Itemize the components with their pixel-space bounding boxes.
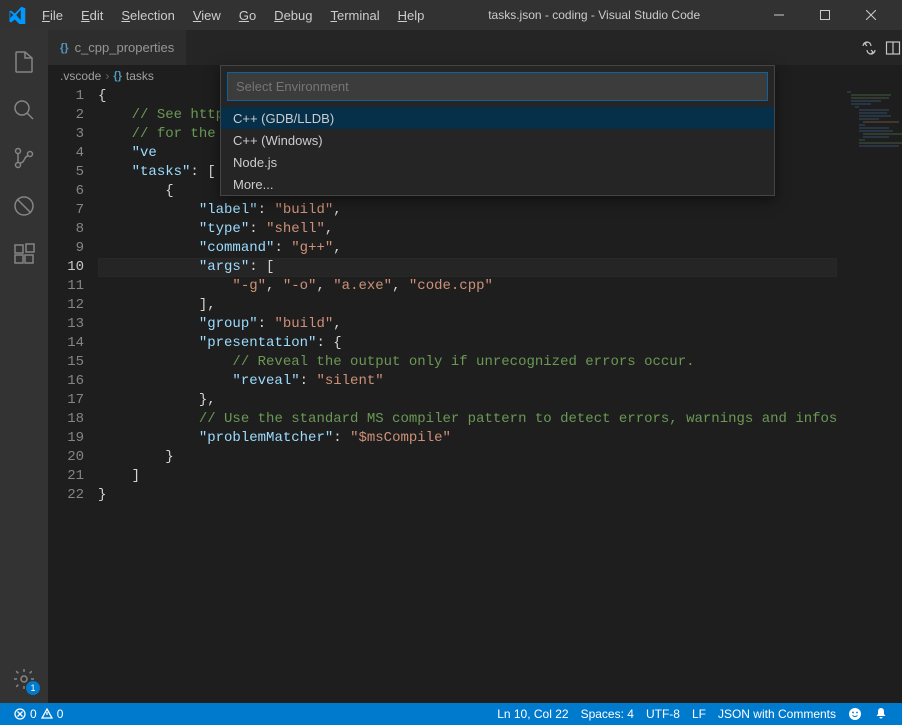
line-number: 12 [48, 296, 84, 315]
line-number: 1 [48, 87, 84, 106]
code-line[interactable]: // Reveal the output only if unrecognize… [98, 353, 837, 372]
menu-go[interactable]: Go [231, 4, 264, 27]
code-line[interactable]: } [98, 448, 837, 467]
line-number: 15 [48, 353, 84, 372]
code-line[interactable]: "group": "build", [98, 315, 837, 334]
code-line[interactable]: ] [98, 467, 837, 486]
menu-edit[interactable]: Edit [73, 4, 111, 27]
line-number: 5 [48, 163, 84, 182]
workbench: 1 {} c_cpp_properties C++ (GDB/LLDB)C++ … [0, 30, 902, 703]
quick-pick-item[interactable]: Node.js [221, 151, 774, 173]
line-number: 13 [48, 315, 84, 334]
menu-bar: FileEditSelectionViewGoDebugTerminalHelp [34, 4, 432, 27]
source-control-icon[interactable] [0, 134, 48, 182]
window-controls [756, 0, 894, 30]
code-line[interactable]: }, [98, 391, 837, 410]
status-spaces[interactable]: Spaces: 4 [575, 703, 640, 725]
debug-icon[interactable] [0, 182, 48, 230]
status-cursor[interactable]: Ln 10, Col 22 [491, 703, 574, 725]
compare-icon[interactable] [861, 40, 877, 56]
search-icon[interactable] [0, 86, 48, 134]
status-eol[interactable]: LF [686, 703, 712, 725]
explorer-icon[interactable] [0, 38, 48, 86]
menu-view[interactable]: View [185, 4, 229, 27]
json-file-icon: {} [113, 70, 122, 82]
line-number: 11 [48, 277, 84, 296]
line-number: 18 [48, 410, 84, 429]
activity-bar: 1 [0, 30, 48, 703]
tab-label: c_cpp_properties [75, 40, 175, 55]
extensions-icon[interactable] [0, 230, 48, 278]
line-number: 9 [48, 239, 84, 258]
quick-pick-list: C++ (GDB/LLDB)C++ (Windows)Node.jsMore..… [221, 107, 774, 195]
code-line[interactable]: "type": "shell", [98, 220, 837, 239]
status-language[interactable]: JSON with Comments [712, 703, 842, 725]
status-feedback-icon[interactable] [842, 703, 868, 725]
code-line[interactable]: "reveal": "silent" [98, 372, 837, 391]
status-bar: 0 0 Ln 10, Col 22 Spaces: 4 UTF-8 LF JSO… [0, 703, 902, 725]
titlebar: FileEditSelectionViewGoDebugTerminalHelp… [0, 0, 902, 30]
line-number: 4 [48, 144, 84, 163]
code-line[interactable]: "command": "g++", [98, 239, 837, 258]
close-button[interactable] [848, 0, 894, 30]
breadcrumb-folder[interactable]: .vscode [60, 69, 101, 83]
tab-c-cpp-properties[interactable]: {} c_cpp_properties [48, 30, 186, 65]
settings-gear-icon[interactable]: 1 [0, 655, 48, 703]
line-number: 17 [48, 391, 84, 410]
status-encoding[interactable]: UTF-8 [640, 703, 686, 725]
menu-debug[interactable]: Debug [266, 4, 320, 27]
quick-pick-item[interactable]: C++ (GDB/LLDB) [221, 107, 774, 129]
line-number: 10 [48, 258, 84, 277]
vscode-logo-icon [8, 6, 26, 24]
menu-help[interactable]: Help [390, 4, 433, 27]
editor-area: {} c_cpp_properties C++ (GDB/LLDB)C++ (W… [48, 30, 902, 703]
code-line[interactable]: "presentation": { [98, 334, 837, 353]
code-line[interactable]: "-g", "-o", "a.exe", "code.cpp" [98, 277, 837, 296]
split-editor-icon[interactable] [885, 40, 901, 56]
code-line[interactable]: "label": "build", [98, 201, 837, 220]
tab-bar: {} c_cpp_properties [48, 30, 902, 65]
code-line[interactable]: ], [98, 296, 837, 315]
line-number-gutter: 12345678910111213141516171819202122 [48, 87, 98, 703]
line-number: 7 [48, 201, 84, 220]
line-number: 14 [48, 334, 84, 353]
menu-file[interactable]: File [34, 4, 71, 27]
line-number: 20 [48, 448, 84, 467]
window-title: tasks.json - coding - Visual Studio Code [432, 8, 756, 22]
line-number: 3 [48, 125, 84, 144]
status-errors[interactable]: 0 0 [8, 703, 69, 725]
line-number: 16 [48, 372, 84, 391]
menu-terminal[interactable]: Terminal [322, 4, 387, 27]
code-line[interactable]: // Use the standard MS compiler pattern … [98, 410, 837, 429]
line-number: 19 [48, 429, 84, 448]
chevron-right-icon: › [105, 69, 109, 83]
minimize-button[interactable] [756, 0, 802, 30]
settings-badge: 1 [26, 681, 40, 695]
quick-pick-item[interactable]: C++ (Windows) [221, 129, 774, 151]
code-line[interactable]: "args": [ [98, 258, 837, 277]
code-line[interactable]: } [98, 486, 837, 505]
quick-pick-palette: C++ (GDB/LLDB)C++ (Windows)Node.jsMore..… [220, 65, 775, 196]
line-number: 6 [48, 182, 84, 201]
quick-pick-input[interactable] [227, 72, 768, 101]
breadcrumb-file[interactable]: tasks [126, 69, 154, 83]
menu-selection[interactable]: Selection [113, 4, 182, 27]
line-number: 21 [48, 467, 84, 486]
code-line[interactable]: "problemMatcher": "$msCompile" [98, 429, 837, 448]
status-bell-icon[interactable] [868, 703, 894, 725]
json-file-icon: {} [60, 42, 69, 54]
line-number: 22 [48, 486, 84, 505]
maximize-button[interactable] [802, 0, 848, 30]
minimap[interactable] [837, 87, 902, 703]
line-number: 2 [48, 106, 84, 125]
quick-pick-item[interactable]: More... [221, 173, 774, 195]
line-number: 8 [48, 220, 84, 239]
